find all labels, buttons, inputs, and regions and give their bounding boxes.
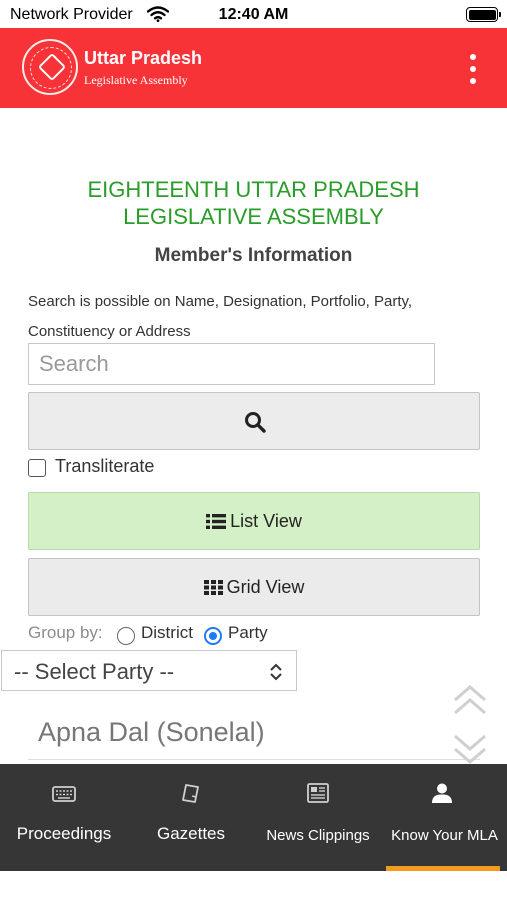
list-icon [206, 513, 227, 529]
group-by-district-label[interactable]: District [141, 623, 193, 643]
assembly-title-line1: EIGHTEENTH UTTAR PRADESH [87, 177, 420, 202]
nav-gazettes[interactable]: Gazettes [128, 764, 254, 871]
list-view-button[interactable]: List View [28, 492, 480, 550]
party-select-value: -- Select Party -- [14, 659, 175, 684]
header-title: Uttar Pradesh [84, 48, 203, 68]
nav-news-clippings[interactable]: News Clippings [254, 764, 382, 871]
group-by-party-radio[interactable] [204, 627, 222, 645]
nav-proceedings[interactable]: Proceedings [0, 764, 128, 871]
grid-view-label: Grid View [226, 576, 305, 597]
group-by-party-label[interactable]: Party [228, 623, 268, 643]
up-emblem-logo [22, 39, 78, 95]
more-menu-button[interactable] [462, 53, 484, 85]
group-by-district-radio[interactable] [117, 627, 135, 645]
nav-know-your-mla[interactable]: Know Your MLA [382, 764, 507, 871]
kebab-dot-icon [470, 66, 476, 72]
nav-proceedings-label: Proceedings [16, 824, 112, 843]
person-icon [432, 783, 452, 803]
list-view-button-content: List View [29, 493, 479, 549]
header-subtitle: Legislative Assembly [84, 73, 188, 87]
transliterate-checkbox[interactable] [28, 459, 46, 477]
group-by-label: Group by: [28, 623, 103, 642]
nav-news-clippings-label: News Clippings [266, 827, 370, 844]
party-list-item[interactable]: Apna Dal (Sonelal) [38, 717, 265, 748]
bottom-nav: Proceedings Gazettes News Clippings Know… [0, 764, 507, 871]
keyboard-icon [52, 786, 76, 802]
nav-gazettes-label: Gazettes [156, 824, 226, 843]
transliterate-label: Transliterate [55, 456, 155, 476]
kebab-dot-icon [470, 78, 476, 84]
grid-view-button[interactable]: Grid View [28, 558, 480, 616]
nav-know-your-mla-label: Know Your MLA [391, 827, 498, 844]
scroll-down-icon[interactable] [450, 730, 490, 766]
search-help-text: Search is possible on Name, Designation,… [28, 293, 413, 340]
newspaper-icon [307, 783, 329, 803]
grid-view-button-content: Grid View [29, 559, 479, 615]
search-button[interactable] [28, 392, 480, 450]
scroll-up-icon[interactable] [450, 683, 490, 719]
list-divider [28, 759, 480, 760]
search-input[interactable] [28, 343, 435, 385]
document-icon [182, 784, 199, 803]
status-bar: Network Provider 12:40 AM [0, 0, 507, 28]
assembly-title: EIGHTEENTH UTTAR PRADESH LEGISLATIVE ASS… [0, 176, 507, 230]
kebab-dot-icon [470, 54, 476, 60]
party-select[interactable]: -- Select Party -- [1, 650, 297, 691]
list-view-label: List View [230, 510, 302, 531]
assembly-title-line2: LEGISLATIVE ASSEMBLY [123, 204, 384, 229]
search-icon [245, 412, 266, 433]
grid-icon [203, 579, 223, 595]
bottom-safe-area [0, 871, 507, 900]
app-header: Uttar Pradesh Legislative Assembly [0, 28, 507, 108]
status-time: 12:40 AM [218, 6, 289, 23]
page-title: Member's Information [154, 245, 353, 266]
battery-icon [466, 7, 501, 22]
updown-chevron-icon [270, 663, 282, 681]
